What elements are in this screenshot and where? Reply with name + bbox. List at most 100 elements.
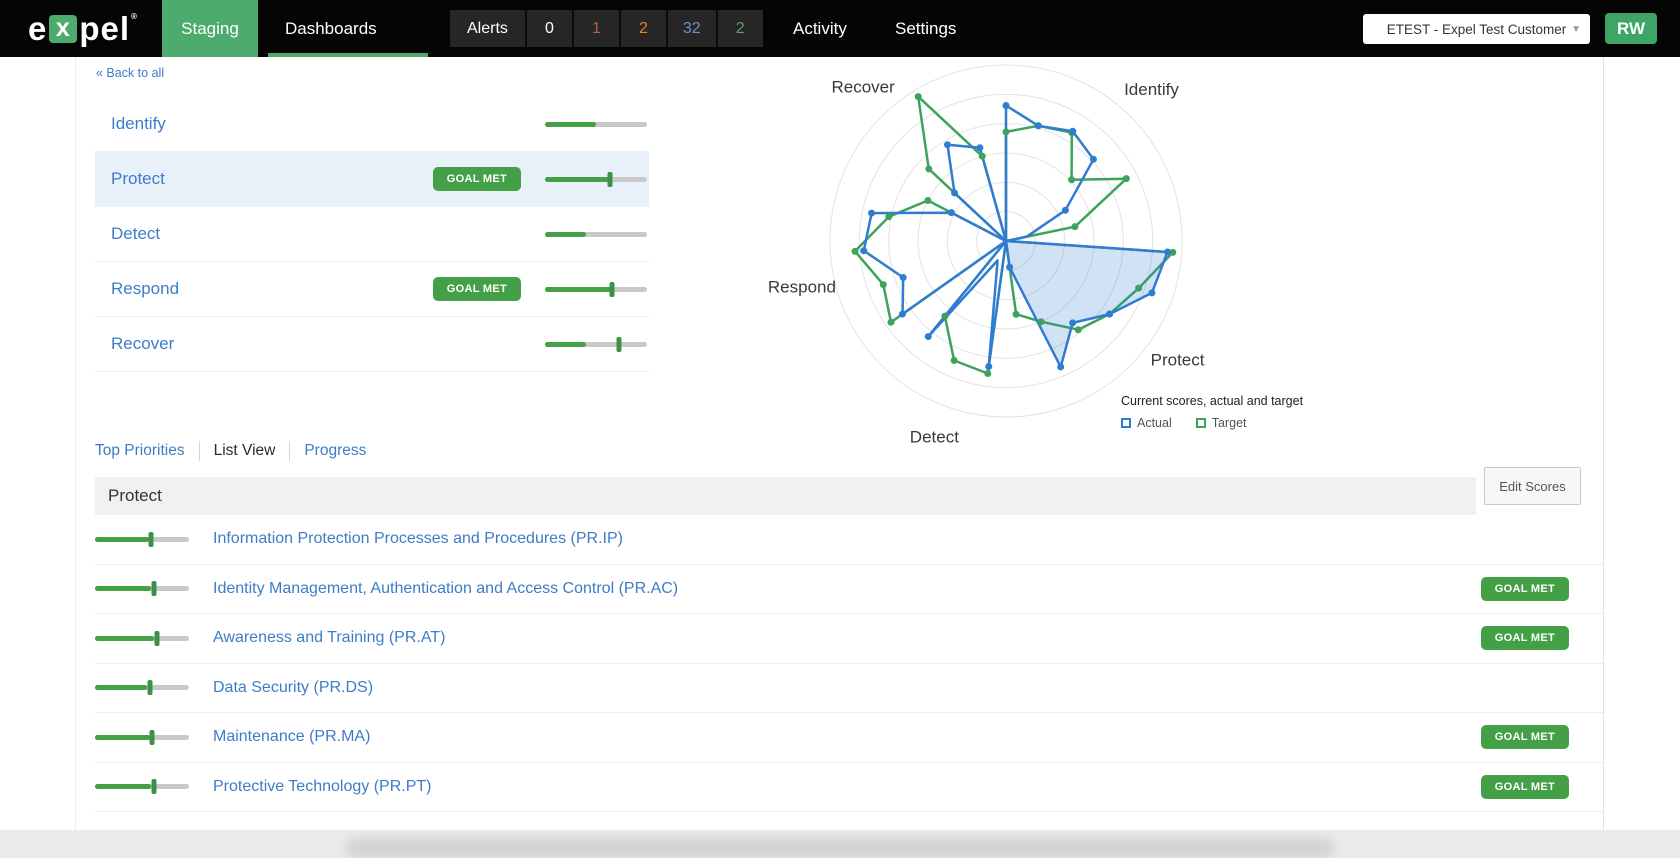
slider-handle[interactable] — [151, 581, 157, 597]
score-slider[interactable] — [545, 231, 647, 237]
slider-fill — [545, 121, 596, 127]
slider-handle[interactable] — [147, 680, 153, 696]
subcategory-link[interactable]: Awareness and Training (PR.AT) — [213, 629, 445, 647]
subcategory-link[interactable]: Information Protection Processes and Pro… — [213, 530, 623, 548]
category-list: Identify Protect GOAL MET Detect Respond… — [95, 97, 649, 372]
category-row[interactable]: Detect — [95, 207, 649, 262]
score-slider[interactable] — [95, 680, 189, 696]
customer-select[interactable]: ETEST - Expel Test Customer ▼ — [1363, 14, 1590, 44]
slider-fill — [95, 635, 155, 641]
slider-handle[interactable] — [151, 779, 157, 795]
subcategory-row: Maintenance (PR.MA) GOAL MET — [95, 713, 1605, 763]
score-slider[interactable] — [95, 779, 189, 795]
goal-met-badge: GOAL MET — [1480, 626, 1569, 651]
customer-select-value: ETEST - Expel Test Customer — [1386, 21, 1567, 37]
goal-met-badge: GOAL MET — [432, 277, 521, 301]
category-row[interactable]: Protect GOAL MET — [95, 152, 649, 207]
section-title: Protect — [108, 486, 162, 505]
edit-scores-button[interactable]: Edit Scores — [1484, 467, 1581, 505]
dashboard-card: « Back to all Identify Protect GOAL MET … — [75, 57, 1605, 830]
score-slider[interactable] — [545, 336, 647, 352]
category-row[interactable]: Identify — [95, 97, 649, 152]
goal-met-badge: GOAL MET — [1480, 576, 1569, 601]
legend-item: Target — [1195, 416, 1247, 430]
top-navbar: e x pel ® Staging Dashboards Alerts 0 1 2 32 2 … — [0, 0, 1680, 57]
view-tabs: Top Priorities List View Progress — [95, 439, 366, 463]
goal-met-badge: GOAL MET — [432, 167, 521, 191]
legend-swatch — [1121, 418, 1131, 428]
window-shadow — [345, 838, 1335, 858]
subcategory-link[interactable]: Protective Technology (PR.PT) — [213, 778, 431, 796]
tab-separator — [289, 441, 291, 461]
slider-fill — [95, 685, 147, 691]
goal-met-badge: GOAL MET — [1480, 725, 1569, 750]
nav-item-settings[interactable]: Settings — [895, 0, 956, 57]
slider-handle[interactable] — [607, 171, 613, 187]
tab-list-view[interactable]: List View — [214, 442, 276, 460]
slider-fill — [95, 536, 149, 542]
subcategory-row: Data Security (PR.DS) — [95, 664, 1605, 713]
category-row[interactable]: Recover — [95, 317, 649, 372]
subcategory-link[interactable]: Data Security (PR.DS) — [213, 679, 373, 697]
slider-fill — [545, 231, 586, 237]
slider-handle[interactable] — [148, 531, 154, 547]
active-nav-underline — [268, 53, 428, 57]
category-label: Detect — [111, 224, 161, 243]
alert-count[interactable]: 32 — [665, 10, 716, 47]
tab-separator — [198, 441, 200, 461]
logo-text: e — [28, 9, 48, 47]
radar-axis-label: Detect — [910, 427, 959, 446]
category-label: Respond — [111, 279, 180, 298]
slider-fill — [95, 734, 150, 740]
subcategory-row: Awareness and Training (PR.AT) GOAL MET — [95, 614, 1605, 664]
tab-progress[interactable]: Progress — [304, 442, 366, 460]
subcategory-link[interactable]: Identity Management, Authentication and … — [213, 580, 678, 598]
nav-item-activity[interactable]: Activity — [793, 0, 847, 57]
score-slider[interactable] — [545, 121, 647, 127]
slider-fill — [545, 176, 611, 182]
legend-title: Current scores, actual and target — [1121, 394, 1304, 408]
expel-logo[interactable]: e x pel ® — [28, 0, 138, 57]
radar-axis-label: Recover — [832, 77, 896, 96]
alert-count[interactable]: 1 — [571, 10, 619, 47]
env-tab-staging[interactable]: Staging — [162, 0, 258, 57]
alerts-label[interactable]: Alerts — [450, 10, 525, 47]
subcategory-row: Information Protection Processes and Pro… — [95, 515, 1605, 565]
alert-count[interactable]: 0 — [524, 10, 572, 47]
slider-fill — [545, 286, 613, 292]
subcategory-row: Identity Management, Authentication and … — [95, 565, 1605, 614]
score-slider[interactable] — [545, 281, 647, 297]
score-slider[interactable] — [95, 581, 189, 597]
back-to-all-link[interactable]: « Back to all — [96, 66, 164, 80]
score-slider[interactable] — [95, 531, 189, 547]
slider-handle[interactable] — [154, 630, 160, 646]
slider-handle[interactable] — [149, 729, 155, 745]
logo-text: pel — [79, 9, 131, 47]
role-badge-rw[interactable]: RW — [1605, 13, 1657, 44]
legend-item: Actual — [1121, 416, 1172, 430]
score-slider[interactable] — [545, 171, 647, 187]
slider-handle[interactable] — [616, 336, 622, 352]
radar-axis-label: Respond — [768, 278, 836, 297]
alert-count[interactable]: 2 — [618, 10, 666, 47]
tab-top-priorities[interactable]: Top Priorities — [95, 442, 185, 460]
radar-axis-label: Protect — [1151, 351, 1205, 370]
legend-items: Actual Target — [1121, 416, 1303, 430]
category-row[interactable]: Respond GOAL MET — [95, 262, 649, 317]
logo-x-icon: x — [49, 14, 78, 43]
subcategory-link[interactable]: Maintenance (PR.MA) — [213, 728, 370, 746]
score-slider[interactable] — [95, 630, 189, 646]
category-label: Recover — [111, 334, 175, 353]
slider-fill — [95, 586, 152, 592]
slider-fill — [95, 784, 152, 790]
score-slider[interactable] — [95, 729, 189, 745]
alert-count[interactable]: 2 — [715, 10, 763, 47]
registered-mark: ® — [131, 12, 138, 21]
category-label: Identify — [111, 114, 166, 133]
category-label: Protect — [111, 169, 165, 188]
legend-swatch — [1195, 418, 1206, 428]
chart-legend: Current scores, actual and target Actual… — [1121, 394, 1303, 430]
slider-handle[interactable] — [609, 281, 615, 297]
nav-item-dashboards[interactable]: Dashboards — [285, 0, 377, 57]
goal-met-badge: GOAL MET — [1480, 774, 1569, 799]
